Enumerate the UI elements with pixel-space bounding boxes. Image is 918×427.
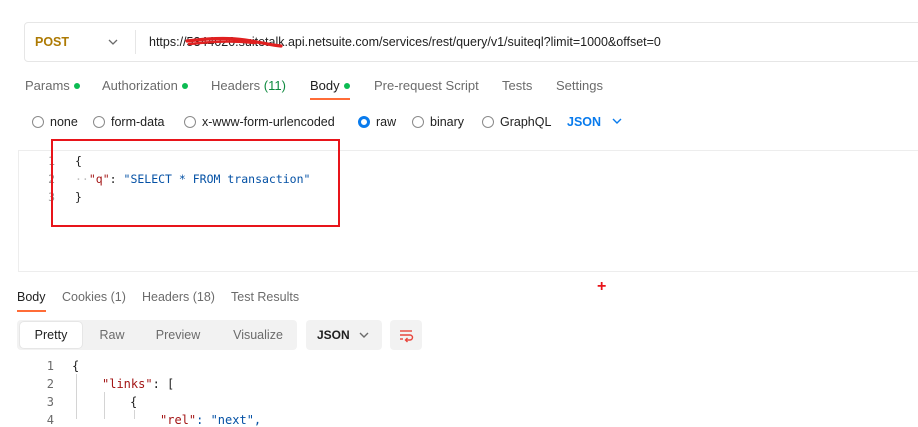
body-format-select[interactable]: JSON [567, 112, 623, 132]
line-number: 3 [48, 190, 55, 204]
status-dot [181, 83, 188, 89]
status-dot [343, 83, 350, 89]
radio-icon [482, 116, 494, 128]
tab-label: Params [25, 78, 70, 93]
wrap-lines-button[interactable] [390, 320, 422, 350]
tab-tests[interactable]: Tests [502, 76, 532, 98]
line-number: 2 [48, 172, 55, 186]
view-visualize[interactable]: Visualize [221, 320, 295, 350]
line-number: 1 [46, 359, 54, 373]
tab-label: Tests [502, 78, 533, 93]
radio-label: x-www-form-urlencoded [202, 115, 335, 129]
response-format-label: JSON [317, 328, 350, 342]
json-key: "links" [102, 377, 153, 391]
tab-label: Body [310, 78, 340, 93]
annotation-highlight-box [51, 139, 340, 227]
radio-label: form-data [111, 115, 165, 129]
line-number: 4 [46, 413, 54, 427]
radio-icon [412, 116, 424, 128]
json-punct: : [ [152, 377, 175, 391]
tab-headers[interactable]: Headers (11) [211, 76, 286, 98]
indent-guide [104, 392, 105, 419]
radio-icon [184, 116, 196, 128]
redaction-scribble [185, 36, 283, 48]
tab-label: Headers [211, 78, 261, 93]
code-line: "links": [ [102, 377, 174, 391]
radio-none[interactable]: none [32, 112, 78, 132]
tab-test-results[interactable]: Test Results [231, 288, 299, 310]
url-bar: POST https://5344020.suitetalk.api.netsu… [24, 22, 918, 62]
chevron-down-icon [612, 118, 622, 124]
radio-label: none [50, 115, 78, 129]
radio-icon [93, 116, 105, 128]
radio-raw[interactable]: raw [358, 112, 396, 132]
status-dot [73, 83, 80, 89]
tab-body[interactable]: Body [310, 76, 350, 100]
indent-guide [134, 410, 135, 419]
radio-x-www-form-urlencoded[interactable]: x-www-form-urlencoded [184, 112, 335, 132]
body-format-label: JSON [567, 115, 602, 129]
radio-label: raw [376, 115, 397, 129]
line-number: 1 [48, 154, 55, 168]
json-key: "rel" [160, 413, 197, 427]
tab-response-headers[interactable]: Headers (18) [142, 288, 215, 310]
view-pretty[interactable]: Pretty [20, 322, 82, 348]
line-number: 2 [46, 377, 54, 391]
view-mode-group: Pretty Raw Preview Visualize [17, 320, 297, 350]
chevron-down-icon [359, 332, 369, 338]
tab-response-body[interactable]: Body [17, 288, 46, 312]
radio-icon [32, 116, 44, 128]
view-preview[interactable]: Preview [143, 320, 213, 350]
json-value: : "next", [196, 413, 262, 427]
response-format-select[interactable]: JSON [306, 320, 382, 350]
tab-label: Pre-request Script [374, 78, 479, 93]
method-select[interactable]: POST [35, 23, 69, 61]
tab-authorization[interactable]: Authorization [102, 76, 188, 98]
tab-pre-request-script[interactable]: Pre-request Script [374, 76, 479, 98]
code-line: { [72, 359, 80, 373]
tab-label: Settings [556, 78, 603, 93]
cursor-crosshair-icon: + [597, 278, 607, 295]
wrap-lines-icon [400, 330, 414, 343]
tab-params[interactable]: Params [25, 76, 80, 98]
tab-cookies[interactable]: Cookies (1) [62, 288, 126, 310]
code-line: "rel": "next", [160, 413, 261, 427]
radio-label: binary [430, 115, 465, 129]
divider [135, 30, 136, 54]
radio-binary[interactable]: binary [412, 112, 464, 132]
radio-graphql[interactable]: GraphQL [482, 112, 551, 132]
tab-label: Authorization [102, 78, 178, 93]
line-number: 3 [46, 395, 54, 409]
radio-form-data[interactable]: form-data [93, 112, 165, 132]
radio-selected-icon [358, 116, 370, 128]
tab-count: (11) [263, 78, 286, 93]
chevron-down-icon[interactable] [107, 36, 119, 48]
tab-settings[interactable]: Settings [556, 76, 603, 98]
indent-guide [76, 374, 77, 419]
code-line: { [130, 395, 138, 409]
view-raw[interactable]: Raw [87, 320, 137, 350]
radio-label: GraphQL [500, 115, 552, 129]
